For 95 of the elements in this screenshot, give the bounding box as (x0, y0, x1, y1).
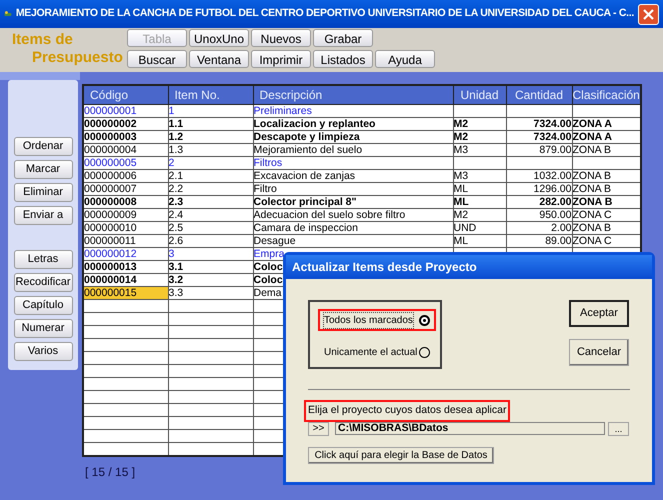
sidebar-button[interactable]: Ordenar (14, 137, 72, 156)
table-cell: 282.00 (539, 196, 571, 208)
table-cell: 3 (169, 248, 174, 260)
header-title: Presupuesto (31, 49, 124, 67)
sidebar-button[interactable]: Letras (14, 250, 72, 269)
table-cell: ZONA B (573, 184, 612, 194)
column-header[interactable]: Unidad (453, 85, 506, 104)
table-cell: 3.3 (169, 288, 184, 298)
radio-option[interactable]: Todos los marcados (318, 309, 436, 331)
table-cell: 879.00 (539, 144, 571, 156)
table-cell: 1.3 (169, 144, 184, 156)
table-cell: ZONA A (573, 118, 612, 130)
column-header[interactable]: Item No. (168, 85, 253, 104)
sidebar-button[interactable]: Recodificar (14, 273, 72, 292)
toolbar-button[interactable]: Ventana (189, 50, 249, 68)
table-cell: ML (454, 236, 468, 246)
table-cell: ML (454, 184, 468, 194)
toolbar-button[interactable]: Imprimir (251, 50, 311, 68)
table-cell: 950.00 (539, 210, 571, 220)
column-header[interactable]: Código (83, 85, 168, 104)
table-cell: M2 (454, 118, 468, 130)
toolbar-button[interactable]: Grabar (313, 29, 373, 47)
table-cell: Coloc (254, 274, 283, 286)
table-cell: Coloc (254, 262, 283, 272)
table-cell: M2 (454, 132, 468, 142)
toolbar-button[interactable]: UnoxUno (189, 29, 249, 47)
sidebar-button[interactable]: Marcar (14, 160, 72, 179)
table-cell: 1 (169, 106, 174, 116)
table-cell: ZONA A (573, 132, 612, 142)
header-title: Items de (12, 31, 74, 49)
path-field[interactable]: C:\MISOBRAS\BDatos (335, 422, 605, 436)
table-cell: Colector principal 8" (254, 196, 357, 208)
radio-option[interactable]: Unicamente el actual (318, 341, 436, 363)
table-cell: ZONA B (573, 196, 612, 208)
table-cell: Camara de inspeccion (254, 222, 358, 234)
table-cell: 2.00 (551, 222, 571, 234)
table-cell: 2.2 (169, 184, 184, 194)
table-cell: 1.1 (169, 118, 184, 130)
record-counter: [ 15 / 15 ] (85, 464, 136, 480)
table-cell: M3 (454, 170, 468, 182)
column-header[interactable]: Cantidad (506, 85, 572, 104)
dialog-button[interactable]: Cancelar (569, 339, 629, 366)
radio-label: Todos los marcados (324, 312, 413, 328)
table-cell: 2.6 (169, 236, 184, 246)
table-cell: Localizacion y replanteo (254, 118, 376, 130)
table-cell: 2.4 (169, 210, 184, 220)
browse-button[interactable]: >> (308, 422, 329, 436)
toolbar-button[interactable]: Nuevos (251, 29, 311, 47)
table-cell: Filtro (254, 184, 277, 194)
table-cell: 1032.00 (534, 170, 571, 182)
toolbar-button[interactable]: Ayuda (375, 50, 435, 68)
table-cell: 3.1 (169, 262, 184, 272)
sidebar-button[interactable]: Eliminar (14, 183, 72, 202)
table-cell: 7324.00 (534, 118, 571, 130)
prompt-label: Elija el proyecto cuyos datos desea aplicar (304, 400, 510, 422)
column-header[interactable]: Descripción (253, 85, 453, 104)
table-cell: Dema (254, 288, 282, 298)
table-cell: 2 (169, 158, 174, 168)
table-cell: ZONA B (573, 144, 612, 156)
table-cell: Filtros (254, 158, 282, 168)
toolbar-button[interactable]: Buscar (127, 50, 187, 68)
table-cell: Mejoramiento del suelo (254, 144, 362, 156)
table-cell: 1.2 (169, 132, 184, 142)
toolbar-button[interactable]: Listados (313, 50, 373, 68)
sidebar-button[interactable]: Enviar a (14, 206, 72, 225)
ellipsis-button[interactable]: ... (608, 422, 629, 436)
window-title: MEJORAMIENTO DE LA CANCHA DE FUTBOL DEL CENTRO DEPORTIVO UNIVERSITARIO DE LA UNIVERSIDAD DEL CAUCA - C... (16, 6, 634, 22)
table-cell: ML (454, 196, 469, 208)
table-cell: ZONA B (573, 170, 612, 182)
table-cell: Preliminares (254, 106, 312, 116)
sidebar-button[interactable]: Varios (14, 342, 72, 361)
database-button[interactable]: Click aquí para elegir la Base de Datos (308, 446, 494, 464)
table-cell: M3 (454, 144, 468, 156)
radio-label: Unicamente el actual (324, 346, 418, 360)
dialog-button[interactable]: Aceptar (569, 300, 629, 327)
table-cell: 1296.00 (534, 184, 571, 194)
table-cell: 2.5 (169, 222, 184, 234)
table-cell: Descapote y limpieza (254, 132, 360, 142)
table-cell: 2.1 (169, 170, 184, 182)
table-cell: 7324.00 (534, 132, 571, 142)
table-cell: UND (454, 222, 476, 234)
table-cell: ZONA C (573, 210, 612, 220)
column-header[interactable]: Clasificación (572, 85, 641, 104)
sidebar-button[interactable]: Numerar (14, 319, 72, 338)
sidebar-button[interactable]: Capítulo (14, 296, 72, 315)
table-cell: ZONA B (573, 222, 612, 234)
table-cell: Excavacion de zanjas (254, 170, 356, 182)
table-cell: ZONA C (573, 236, 612, 246)
table-cell: M2 (454, 210, 468, 220)
table-cell: Empra (254, 248, 284, 260)
table-cell: Desague (254, 236, 296, 246)
dialog-title: Actualizar Items desde Proyecto (292, 259, 477, 276)
table-cell: 2.3 (169, 196, 184, 208)
table-cell: 89.00 (545, 236, 571, 246)
table-cell: 3.2 (169, 274, 184, 286)
